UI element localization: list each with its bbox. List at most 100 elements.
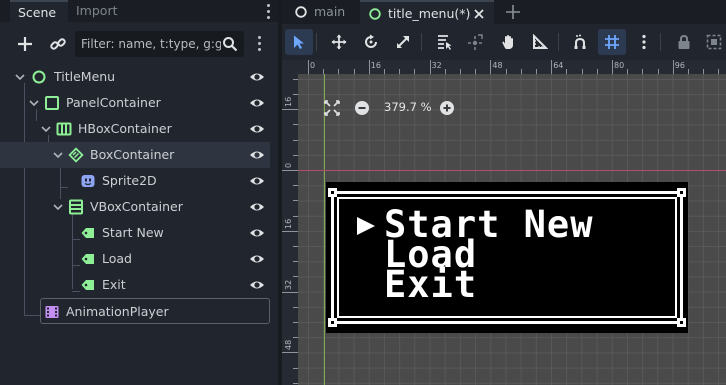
tree-row-start-new[interactable]: Start New [0,220,270,246]
ruler-tick [566,69,568,74]
list-select-button[interactable] [430,29,458,55]
tree-row-load[interactable]: Load [0,246,270,272]
pivot-icon [468,34,483,50]
ruler-tick [338,69,340,74]
tree-row-sprite2d[interactable]: Sprite2D [0,168,270,194]
pan-tool-button[interactable] [494,29,522,55]
visibility-eye-icon[interactable] [249,122,265,136]
hbox-container-icon [56,122,72,136]
scene-tab-title-menu[interactable]: title_menu(*) [360,0,494,24]
grid-snap-icon [605,35,619,49]
visibility-eye-icon[interactable] [249,148,265,162]
grid-snap-button[interactable] [598,29,626,55]
tree-row-animationplayer[interactable]: AnimationPlayer [40,298,270,324]
scene-menu-icon[interactable] [255,34,265,54]
ruler-tool-button[interactable] [526,29,554,55]
canvas-area[interactable]: 379.7 % Start New Load Exit [298,74,726,385]
chevron-down-icon[interactable] [14,71,26,83]
ruler-tick [282,170,298,171]
pan-icon [502,35,513,49]
ruler-tick [612,60,613,74]
tab-import[interactable]: Import [68,0,126,22]
ruler-icon [533,34,548,49]
ruler-label: 0 [310,61,316,70]
tree-row-panelcontainer[interactable]: PanelContainer [0,90,270,116]
dock-menu-icon[interactable] [264,3,274,19]
scene-tab-main[interactable]: main [286,0,360,24]
animation-player-icon [45,306,59,318]
filter-input[interactable] [81,35,221,53]
title-menu-panel[interactable]: Start New Load Exit [326,182,688,333]
move-tool-button[interactable] [325,29,353,55]
tree-node-label: HBoxContainer [78,121,172,136]
chevron-down-icon[interactable] [52,201,64,213]
visibility-eye-icon[interactable] [249,200,265,214]
add-node-button[interactable] [15,34,35,54]
tree-row-exit[interactable]: Exit [0,272,270,298]
group-button[interactable] [700,29,726,55]
scene-dock: Scene Import Filter: name, t:type, g:gr … [0,0,278,385]
ruler-label: 48 [284,340,293,351]
select-tool-button[interactable] [285,29,313,55]
group-icon [706,34,722,50]
frame-corner-icon [677,318,686,327]
plus-icon [18,37,32,51]
add-tab-icon[interactable] [504,3,522,21]
close-icon[interactable] [472,7,486,21]
menu-cursor-arrow-icon [357,217,375,235]
more-options-button[interactable] [630,29,658,55]
tree-row-vboxcontainer[interactable]: VBoxContainer [0,194,270,220]
scale-tool-button[interactable] [389,29,417,55]
frame-line [331,191,683,194]
frame-line [680,191,683,324]
chevron-down-icon[interactable] [40,123,52,135]
ruler-tick [293,276,298,278]
frame-line [331,191,334,324]
tree-node-label: BoxContainer [90,147,175,162]
ruler-tick [293,382,298,384]
rotate-tool-button[interactable] [357,29,385,55]
toolbar-separator [558,33,559,51]
ruler-tick [293,124,298,126]
ruler-tick [718,69,720,74]
zoom-reset-icon[interactable] [324,100,340,116]
zoom-in-icon[interactable] [440,101,454,115]
visibility-eye-icon[interactable] [249,252,265,266]
ruler-tick [688,69,689,74]
visibility-eye-icon[interactable] [249,278,265,292]
scene-tab-label: main [314,4,346,19]
ruler-top[interactable]: 0 16 32 48 64 80 96 [298,60,726,74]
visibility-eye-icon[interactable] [249,226,265,240]
ruler-tick [581,69,583,74]
visibility-eye-icon[interactable] [249,96,265,110]
ruler-tick [536,69,537,74]
toolbar-separator [660,33,661,51]
ruler-tick [520,69,522,74]
label-icon [81,280,94,290]
chevron-down-icon[interactable] [28,97,40,109]
tree-row-boxcontainer[interactable]: BoxContainer [0,142,270,168]
editor-panel: main title_menu(*) 379.7 % Start New Loa… [282,0,726,385]
tree-row-hboxcontainer[interactable]: HBoxContainer [0,116,270,142]
ruler-tick [293,367,298,369]
instantiate-scene-button[interactable] [48,34,68,54]
lock-button[interactable] [670,29,698,55]
y-axis-line [324,74,325,385]
canvas-viewport[interactable]: 379.7 % Start New Load Exit 0 16 32 48 6… [282,60,726,385]
menu-item-exit[interactable]: Exit [384,266,477,303]
tree-row-titlemenu[interactable]: TitleMenu [0,64,270,90]
ruler-left[interactable]: 16 0 16 32 48 [282,74,298,385]
visibility-eye-icon[interactable] [249,174,265,188]
pivot-tool-button[interactable] [462,29,490,55]
ruler-tick [444,69,446,74]
tab-scene[interactable]: Scene [10,0,68,22]
box-container-icon [68,147,84,163]
panel-container-icon [45,96,59,110]
ruler-label: 16 [284,218,293,229]
smart-snap-button[interactable] [566,29,594,55]
chevron-down-icon[interactable] [52,149,64,161]
zoom-out-icon[interactable] [355,101,369,115]
visibility-eye-icon[interactable] [249,70,265,84]
search-icon[interactable] [222,36,238,52]
zoom-level[interactable]: 379.7 % [384,100,432,114]
